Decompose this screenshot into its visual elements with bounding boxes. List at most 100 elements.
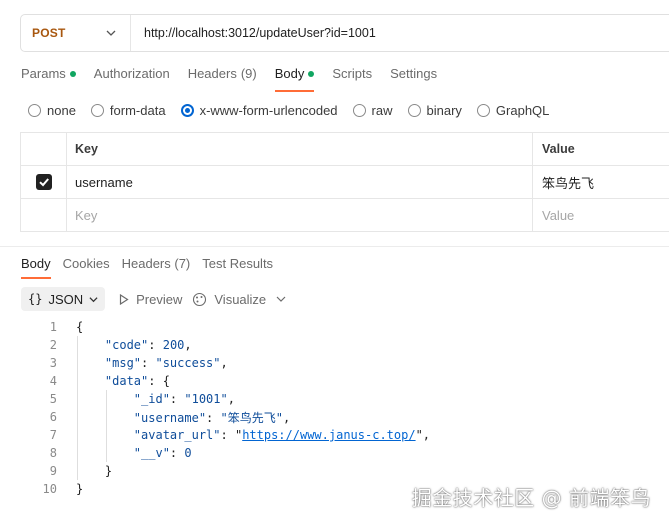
checkbox-checked-icon[interactable]	[35, 174, 52, 190]
line-text: "data": {	[104, 374, 170, 388]
radio-circle	[28, 104, 41, 117]
json-value: "1001"	[184, 392, 228, 406]
code-line: 9 }	[20, 462, 430, 480]
json-key: "_id"	[133, 392, 170, 406]
row-check-cell	[20, 199, 67, 231]
tab-scripts[interactable]: Scripts	[332, 66, 372, 92]
tab-authorization[interactable]: Authorization	[94, 66, 170, 92]
json-key: "username"	[133, 410, 207, 425]
response-toolbar: {} JSON Preview Visualize	[21, 287, 286, 311]
visualize-icon	[193, 292, 207, 306]
line-text: "avatar_url": "https://www.janus-c.top/"…	[133, 428, 431, 442]
url-input[interactable]: http://localhost:3012/updateUser?id=1001	[131, 26, 376, 40]
chevron-down-icon	[89, 296, 98, 302]
radio-circle	[407, 104, 421, 117]
key-column-header: Key	[67, 133, 533, 165]
json-brace: }	[76, 482, 84, 496]
tab-headers[interactable]: Headers (9)	[188, 66, 257, 92]
tab-settings[interactable]: Settings	[390, 66, 437, 92]
radio-none[interactable]: none	[28, 103, 76, 118]
json-key: "data"	[104, 374, 149, 388]
format-select[interactable]: {} JSON	[21, 287, 106, 311]
form-urlencoded-table: Key Value username 笨鸟先飞 Key Value	[20, 132, 669, 232]
json-key: "__v"	[133, 446, 170, 460]
response-tabs: Body Cookies Headers (7) Test Results	[21, 256, 285, 281]
method-label: POST	[32, 26, 66, 40]
header-check-cell	[20, 133, 67, 165]
line-number: 9	[49, 464, 57, 478]
radio-label: x-www-form-urlencoded	[199, 103, 338, 118]
json-key: "avatar_url"	[133, 428, 221, 442]
code-line: 3 "msg": "success",	[20, 354, 430, 372]
chevron-down-icon	[106, 30, 116, 36]
line-text: "__v": 0	[133, 446, 192, 460]
value-cell[interactable]: 笨鸟先飞	[533, 166, 669, 198]
format-label: JSON	[48, 291, 84, 307]
pane-divider	[0, 246, 669, 247]
response-tab-test-results[interactable]: Test Results	[202, 256, 273, 279]
line-text: }	[57, 482, 83, 496]
radio-label: raw	[371, 103, 393, 118]
line-number: 1	[49, 320, 57, 334]
tab-scripts-label: Scripts	[332, 66, 373, 81]
radio-label: none	[47, 103, 76, 118]
line-number: 2	[49, 338, 57, 352]
tab-params[interactable]: Params	[21, 66, 76, 92]
response-json-viewer: 1 { 2 "code": 200, 3 "msg": "success", 4…	[20, 318, 430, 498]
radio-label: GraphQL	[495, 103, 550, 118]
response-tab-cookies[interactable]: Cookies	[63, 256, 110, 279]
key-cell[interactable]: username	[67, 166, 533, 198]
method-select[interactable]: POST	[21, 15, 131, 51]
json-key: "code"	[104, 338, 149, 352]
radio-graphql[interactable]: GraphQL	[476, 103, 550, 118]
line-number: 10	[42, 482, 57, 496]
line-text: }	[104, 464, 113, 478]
radio-binary[interactable]: binary	[407, 103, 462, 118]
watermark: 掘金技术社区 @ 前端笨鸟	[411, 486, 651, 510]
key-input-placeholder[interactable]: Key	[67, 199, 533, 231]
json-url-link[interactable]: https://www.janus-c.top/	[242, 428, 415, 442]
json-value: 200	[162, 338, 185, 352]
json-value: "笨鸟先飞"	[220, 410, 283, 425]
table-row: username 笨鸟先飞	[20, 166, 669, 199]
radio-label: binary	[426, 103, 462, 118]
body-type-radios: none form-data x-www-form-urlencoded raw…	[28, 103, 564, 118]
visualize-label: Visualize	[214, 291, 267, 307]
radio-circle	[90, 104, 104, 117]
line-number: 5	[49, 392, 57, 406]
preview-button[interactable]: Preview	[119, 292, 182, 307]
json-value: 0	[184, 446, 192, 460]
tab-settings-label: Settings	[390, 66, 438, 81]
line-text: "username": "笨鸟先飞",	[133, 410, 291, 425]
body-status-dot	[308, 71, 315, 77]
braces-icon: {}	[28, 292, 43, 306]
play-icon	[120, 293, 129, 305]
code-line: 2 "code": 200,	[20, 336, 430, 354]
json-brace: {	[76, 320, 84, 334]
radio-x-www-form-urlencoded[interactable]: x-www-form-urlencoded	[180, 103, 338, 118]
line-number: 4	[49, 374, 57, 388]
table-row-new: Key Value	[20, 199, 669, 232]
radio-circle	[476, 104, 490, 117]
radio-form-data[interactable]: form-data	[90, 103, 166, 118]
tab-headers-label: Headers	[187, 66, 237, 81]
tab-body-label: Body	[274, 66, 305, 81]
visualize-button[interactable]: Visualize	[192, 292, 266, 307]
value-input-placeholder[interactable]: Value	[533, 199, 669, 231]
radio-circle	[180, 104, 194, 117]
json-key: "msg"	[104, 356, 142, 370]
response-tab-headers[interactable]: Headers (7)	[122, 256, 191, 279]
params-status-dot	[69, 71, 76, 77]
line-text: "msg": "success",	[104, 356, 228, 370]
chevron-down-icon[interactable]	[276, 294, 286, 304]
code-line: 4 "data": {	[20, 372, 430, 390]
line-number: 3	[49, 356, 57, 370]
response-tab-body[interactable]: Body	[21, 256, 51, 279]
value-column-header: Value	[542, 142, 575, 156]
line-text: {	[57, 320, 83, 334]
code-line: 1 {	[20, 318, 430, 336]
radio-raw[interactable]: raw	[352, 103, 393, 118]
preview-label: Preview	[136, 291, 183, 307]
tab-body[interactable]: Body	[274, 66, 315, 92]
request-url-bar: POST http://localhost:3012/updateUser?id…	[20, 14, 669, 52]
